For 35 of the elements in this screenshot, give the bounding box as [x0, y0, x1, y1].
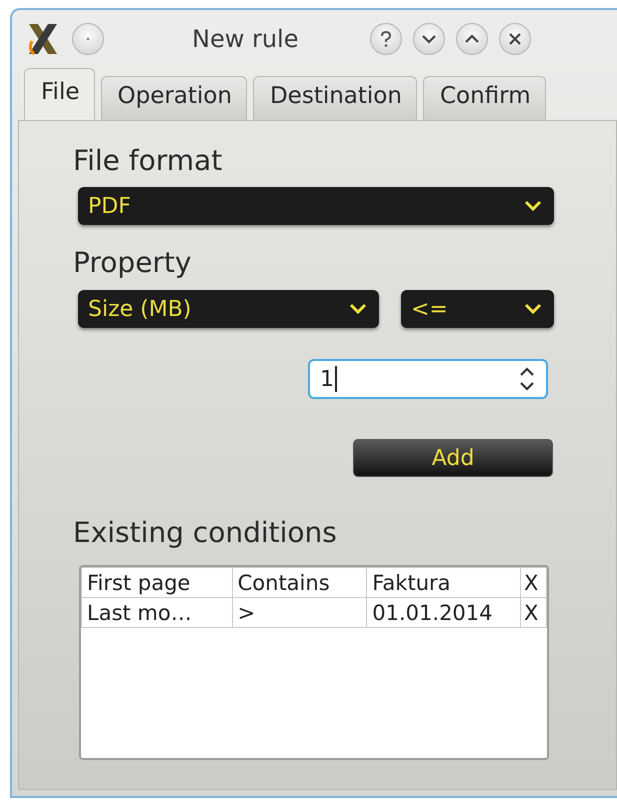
section-label: Existing conditions [73, 515, 337, 551]
table-cell: > [238, 600, 256, 624]
dot-icon [84, 35, 92, 43]
table-cell: First page [87, 570, 190, 594]
property-dropdown[interactable]: Size (MB) [78, 290, 379, 328]
help-icon [378, 30, 394, 48]
chevron-down-icon [524, 200, 542, 212]
table-cell: 01.01.2014 [372, 600, 493, 624]
add-button[interactable]: Add [353, 439, 553, 477]
tab[interactable]: Operation [100, 76, 247, 120]
x-logo-icon [26, 21, 60, 57]
operator-dropdown[interactable]: <= [401, 290, 554, 328]
maximize-button[interactable] [456, 23, 488, 55]
tab[interactable]: Destination [252, 76, 417, 120]
minimize-button[interactable] [413, 23, 445, 55]
table-cell: Contains [238, 570, 330, 594]
section-label: Property [73, 245, 192, 281]
window-title: New rule [192, 25, 300, 53]
table-cell: Faktura [372, 570, 451, 594]
up-down-arrows-icon [518, 366, 536, 392]
close-button[interactable] [499, 23, 531, 55]
file-format-dropdown[interactable]: PDF [78, 187, 554, 225]
value-spinbox[interactable]: 1 [308, 359, 548, 399]
tab[interactable]: Confirm [422, 76, 546, 120]
close-icon [508, 32, 522, 46]
tab[interactable]: File [24, 68, 94, 120]
table-cell: X [524, 600, 538, 624]
chevron-down-icon [349, 303, 367, 315]
chevron-up-icon [464, 34, 480, 44]
chevron-down-icon [421, 34, 437, 44]
table-cell: X [524, 570, 538, 594]
table-cell: Last mo… [87, 600, 192, 624]
chevron-down-icon [524, 303, 542, 315]
section-label: File format [73, 143, 222, 179]
help-button[interactable] [370, 23, 402, 55]
